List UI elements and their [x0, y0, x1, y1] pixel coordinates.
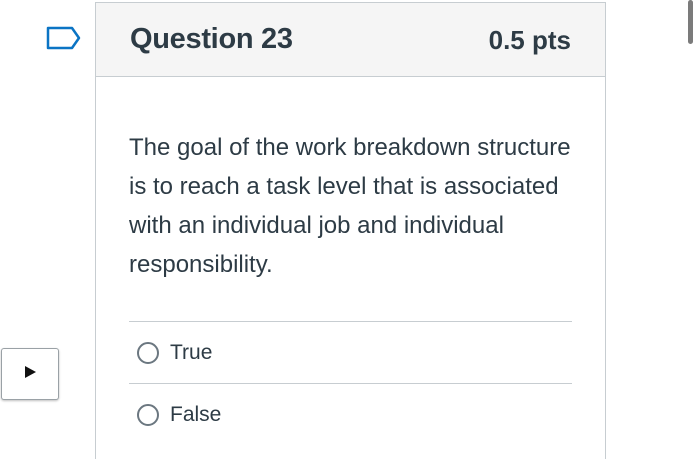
scrollbar[interactable] [688, 0, 693, 44]
quiz-page: Question 23 0.5 pts The goal of the work… [0, 0, 700, 459]
toggle-question-list-button[interactable] [1, 348, 59, 400]
question-text: The goal of the work breakdown structure… [129, 134, 571, 278]
radio-button[interactable] [137, 403, 159, 426]
answer-label: False [170, 402, 222, 426]
answer-option-true[interactable]: True [129, 321, 572, 383]
question-title: Question 23 [130, 23, 293, 55]
radio-button[interactable] [137, 341, 159, 364]
question-header: Question 23 0.5 pts [96, 3, 605, 77]
play-triangle-icon [23, 365, 37, 384]
answer-list: True False [129, 321, 572, 445]
question-card: Question 23 0.5 pts The goal of the work… [95, 2, 606, 459]
answer-label: True [170, 340, 213, 364]
flag-question-icon[interactable] [46, 26, 82, 50]
answer-option-false[interactable]: False [129, 383, 572, 445]
question-points: 0.5 pts [488, 25, 571, 55]
